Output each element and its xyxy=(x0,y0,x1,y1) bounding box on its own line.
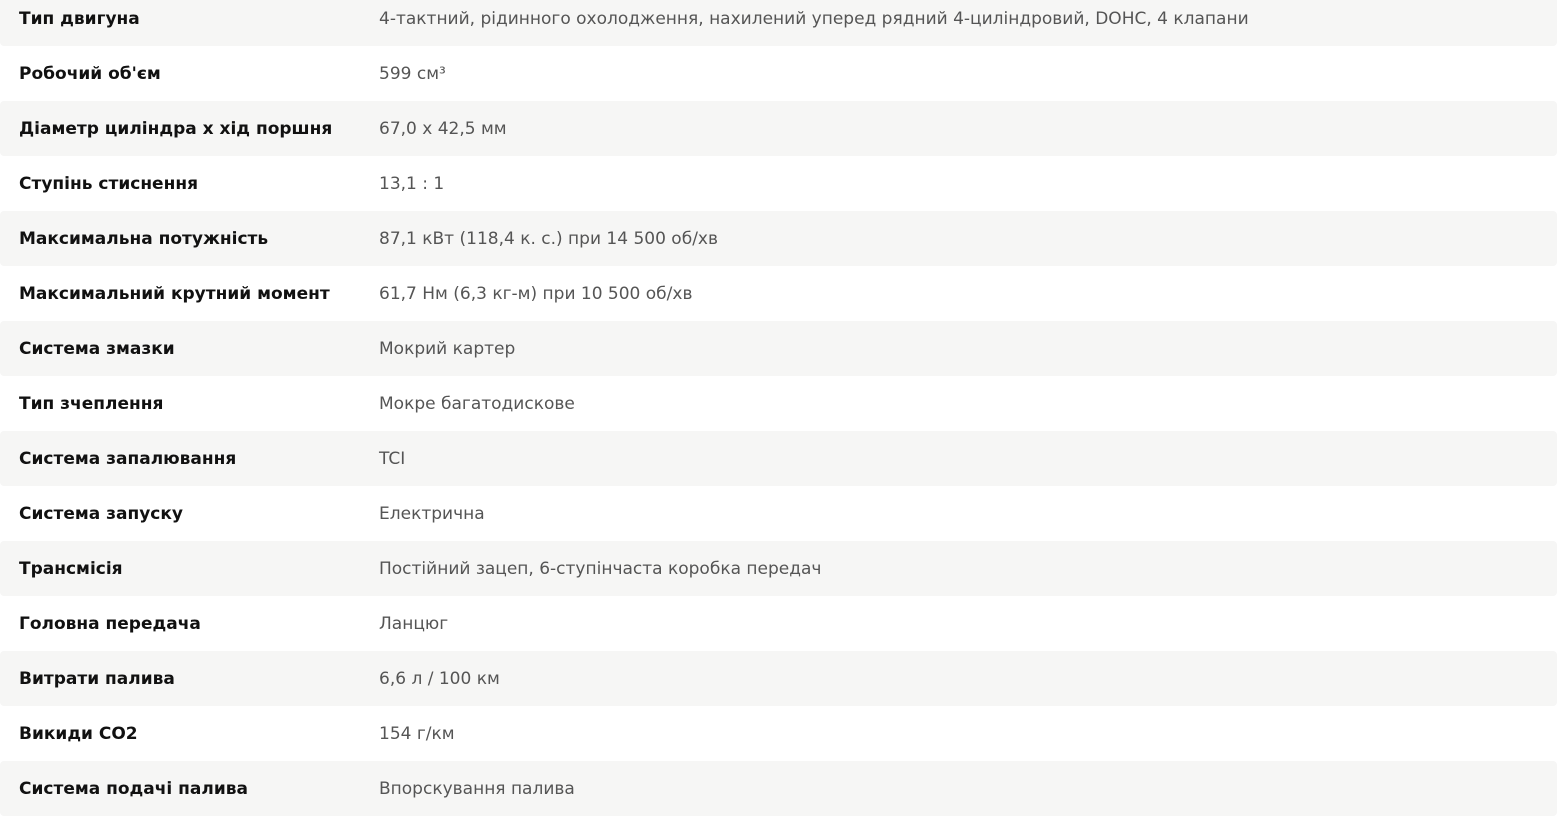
spec-row: Максимальний крутний момент 61,7 Нм (6,3 … xyxy=(0,266,1557,321)
spec-value: 6,6 л / 100 км xyxy=(379,668,500,689)
spec-value: 154 г/км xyxy=(379,723,455,744)
spec-row: Тип зчеплення Мокре багатодискове xyxy=(0,376,1557,431)
spec-value: 13,1 : 1 xyxy=(379,173,445,194)
spec-row: Головна передача Ланцюг xyxy=(0,596,1557,651)
spec-row: Викиди CO2 154 г/км xyxy=(0,706,1557,761)
spec-value: Електрична xyxy=(379,503,485,524)
spec-value: Впорскування палива xyxy=(379,778,575,799)
spec-row: Система запуску Електрична xyxy=(0,486,1557,541)
spec-label: Викиди CO2 xyxy=(19,723,138,744)
spec-row: Система змазки Мокрий картер xyxy=(0,321,1557,376)
spec-label: Діаметр циліндра x хід поршня xyxy=(19,118,333,139)
spec-label: Система запуску xyxy=(19,503,184,524)
spec-label: Система подачі палива xyxy=(19,778,248,799)
spec-label: Тип двигуна xyxy=(19,8,140,29)
spec-table: Тип двигуна 4-тактний, рідинного охолодже… xyxy=(0,0,1557,816)
spec-label: Система змазки xyxy=(19,338,175,359)
spec-value: 61,7 Нм (6,3 кг-м) при 10 500 об/хв xyxy=(379,283,693,304)
spec-label: Головна передача xyxy=(19,613,201,634)
spec-row: Витрати палива 6,6 л / 100 км xyxy=(0,651,1557,706)
spec-label: Витрати палива xyxy=(19,668,175,689)
spec-row: Робочий об'єм 599 см³ xyxy=(0,46,1557,101)
spec-label: Робочий об'єм xyxy=(19,63,161,84)
spec-value: TCI xyxy=(379,448,406,469)
spec-value: 4-тактний, рідинного охолодження, нахиле… xyxy=(379,8,1249,29)
spec-row: Ступінь стиснення 13,1 : 1 xyxy=(0,156,1557,211)
spec-value: Постійний зацеп, 6-ступінчаста коробка п… xyxy=(379,558,822,579)
spec-value: Ланцюг xyxy=(379,613,449,634)
spec-label: Система запалювання xyxy=(19,448,237,469)
spec-row: Трансмісія Постійний зацеп, 6-ступінчаста… xyxy=(0,541,1557,596)
spec-row: Система запалювання TCI xyxy=(0,431,1557,486)
spec-value: 599 см³ xyxy=(379,63,446,84)
spec-label: Трансмісія xyxy=(19,558,123,579)
spec-row: Тип двигуна 4-тактний, рідинного охолодже… xyxy=(0,0,1557,46)
spec-label: Максимальна потужність xyxy=(19,228,269,249)
spec-value: 67,0 x 42,5 мм xyxy=(379,118,507,139)
spec-value: 87,1 кВт (118,4 к. с.) при 14 500 об/хв xyxy=(379,228,718,249)
spec-row: Система подачі палива Впорскування палива xyxy=(0,761,1557,816)
spec-row: Діаметр циліндра x хід поршня 67,0 x 42,5… xyxy=(0,101,1557,156)
spec-label: Тип зчеплення xyxy=(19,393,164,414)
spec-label: Ступінь стиснення xyxy=(19,173,198,194)
spec-row: Максимальна потужність 87,1 кВт (118,4 к.… xyxy=(0,211,1557,266)
spec-label: Максимальний крутний момент xyxy=(19,283,330,304)
spec-value: Мокрий картер xyxy=(379,338,516,359)
spec-value: Мокре багатодискове xyxy=(379,393,575,414)
